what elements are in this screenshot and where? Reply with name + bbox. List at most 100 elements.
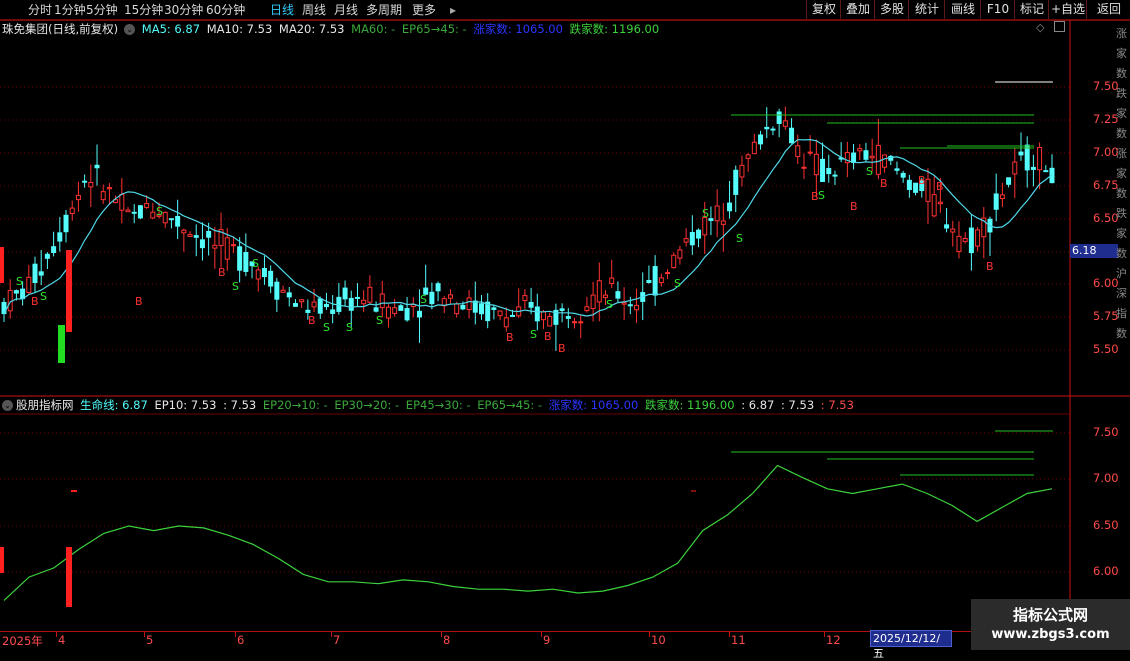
candle-body [702,217,708,236]
candle-body [423,287,429,295]
timeframe-tab-4[interactable]: 30分钟 [164,2,203,18]
candle-body [547,315,553,327]
chevron-down-icon[interactable]: ⌄ [124,24,136,35]
candle-body [472,300,478,313]
candle-body [975,229,981,247]
candle-body [652,266,658,296]
candle-body [913,182,919,193]
sub-value-4: : 7.53 [820,398,854,412]
timeframe-tab-9[interactable]: 多周期 [366,2,402,18]
signal-b: B [936,180,944,193]
ep30-value: EP30→20: - [334,398,400,412]
candle-body [57,232,63,242]
candle-body [820,158,826,182]
candle-body [485,301,491,322]
timeframe-tab-1[interactable]: 1分钟 [54,2,86,18]
toolbar-button-5[interactable]: F10 [980,0,1015,19]
signal-s: S [674,277,681,290]
date-axis-label: 5 [146,633,154,647]
toolbar-button-0[interactable]: 复权 [806,0,841,19]
candle-body [832,174,838,177]
candle-body [782,120,788,127]
candle-body [311,301,317,308]
candle-body [416,310,422,318]
date-tick [56,632,57,637]
ma60-value: MA60: - [351,22,396,36]
timeframe-tab-10[interactable]: 更多 [412,2,436,18]
ep65-value: EP65→45: - [401,22,467,36]
life-line-value: 生命线: 6.87 [80,398,148,412]
candle-body [937,201,943,205]
down-count: 跌家数: 1196.00 [569,22,660,36]
candle-body [367,286,373,303]
candle-body [454,303,460,315]
timeframe-tab-8[interactable]: 月线 [334,2,358,18]
signal-s: S [736,232,743,245]
candle-body [404,308,410,321]
candle-body [224,237,230,260]
candle-body [336,296,342,312]
sub-axis-label: 6.00 [1093,564,1119,578]
candle-body [683,238,689,243]
indicator-name[interactable]: 股朋指标网 [16,398,74,412]
date-tick [824,632,825,637]
timeframe-tab-0[interactable]: 分时 [28,2,52,18]
chevron-down-icon[interactable]: ⌄ [2,400,13,411]
candle-body [354,296,360,299]
watermark-title: 指标公式网 [1012,606,1088,624]
candle-body [665,272,671,275]
candlestick-chart[interactable]: BSS BSBSSBS SSSB S BBSSSSB SBSB B BB [0,0,1130,650]
timeframe-tab-6[interactable]: 日线 [270,2,294,18]
diamond-icon[interactable]: ◇ [1036,21,1044,34]
signal-s: S [346,321,353,334]
window-icon[interactable] [1054,21,1065,32]
timeframe-tab-3[interactable]: 15分钟 [124,2,163,18]
candle-body [113,199,119,204]
candle-body [677,249,683,259]
candle-body [218,229,224,247]
timeframe-tab-7[interactable]: 周线 [302,2,326,18]
timeframe-tab-5[interactable]: 60分钟 [206,2,245,18]
candle-body [410,304,416,308]
date-tick [441,632,442,637]
toolbar-button-1[interactable]: 叠加 [840,0,875,19]
date-axis-label: 4 [58,633,66,647]
candle-body [764,126,770,130]
price-axis-label: 5.50 [1093,342,1119,356]
candle-body [255,269,261,280]
ep45-value: EP45→30: - [405,398,471,412]
sub-value-2: : 6.87 [741,398,775,412]
candle-body [981,217,987,238]
candle-body [627,304,633,307]
date-tick [649,632,650,637]
toolbar-button-3[interactable]: 统计 [908,0,945,19]
candle-body [100,191,106,201]
candle-body [851,152,857,163]
toolbar-button-4[interactable]: 画线 [944,0,981,19]
more-arrow-icon[interactable]: ▸ [450,2,456,18]
timeframe-tab-2[interactable]: 5分钟 [86,2,118,18]
candle-body [466,297,472,311]
toolbar-button-2[interactable]: 多股 [874,0,909,19]
date-tick [541,632,542,637]
candle-body [596,280,602,303]
candle-body [572,321,578,324]
toolbar-button-7[interactable]: +自选 [1048,0,1087,19]
candle-body [212,244,218,249]
signal-s: S [16,275,23,288]
signal-s: S [702,207,709,220]
candle-body [206,230,212,238]
candle-body [516,306,522,317]
toolbar-button-6[interactable]: 标记 [1014,0,1049,19]
stock-name[interactable]: 珠免集团(日线,前复权) [2,22,118,36]
candle-body [69,207,75,215]
candle-body [268,270,274,287]
candle-body [944,224,950,229]
toolbar-button-8[interactable]: 返回 [1086,0,1130,19]
candle-body [175,215,181,227]
candle-body [330,309,336,314]
candle-body [193,235,199,238]
candle-body [739,164,745,178]
signal-b: B [811,190,819,203]
candle-body [925,178,931,202]
